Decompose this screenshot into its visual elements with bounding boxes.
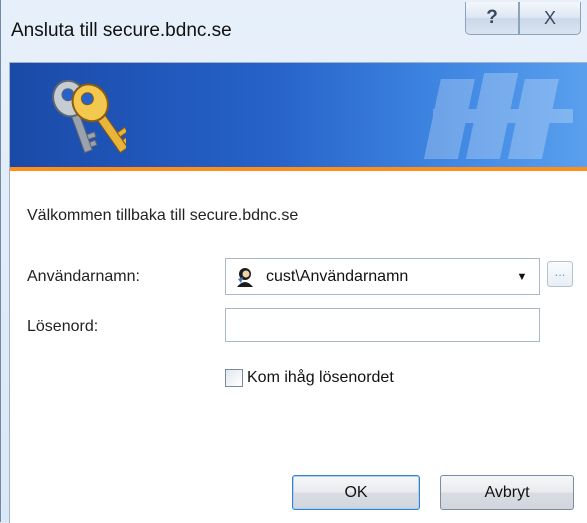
username-value: cust\Användarnamn xyxy=(266,267,409,285)
cancel-button[interactable]: Avbryt xyxy=(440,475,574,510)
remember-password-label: Kom ihåg lösenordet xyxy=(247,369,394,386)
banner-watermark-icon xyxy=(423,73,573,159)
help-button[interactable]: ? xyxy=(465,2,519,35)
help-icon: ? xyxy=(486,7,498,28)
welcome-text: Välkommen tillbaka till secure.bdnc.se xyxy=(27,207,299,224)
dialog-body: Välkommen tillbaka till secure.bdnc.se A… xyxy=(9,62,587,523)
window-title: Ansluta till secure.bdnc.se xyxy=(11,20,232,41)
login-dialog: Ansluta till secure.bdnc.se ? X Välkomme… xyxy=(0,0,587,523)
user-icon xyxy=(237,267,253,287)
remember-password-option[interactable]: Kom ihåg lösenordet xyxy=(225,369,394,387)
username-combobox[interactable]: cust\Användarnamn ▼ xyxy=(225,258,540,295)
ok-button[interactable]: OK xyxy=(292,475,420,510)
title-bar: Ansluta till secure.bdnc.se ? X xyxy=(1,0,587,60)
password-input[interactable] xyxy=(225,308,540,342)
banner-accent-line xyxy=(10,167,587,171)
close-icon: X xyxy=(543,7,556,28)
remember-password-checkbox[interactable] xyxy=(225,369,243,387)
username-label: Användarnamn: xyxy=(27,268,140,285)
banner xyxy=(10,63,587,167)
keys-icon xyxy=(52,79,126,154)
close-button[interactable]: X xyxy=(519,2,581,35)
browse-button[interactable]: ... xyxy=(547,261,573,287)
password-label: Lösenord: xyxy=(27,318,99,335)
chevron-down-icon[interactable]: ▼ xyxy=(511,271,533,283)
